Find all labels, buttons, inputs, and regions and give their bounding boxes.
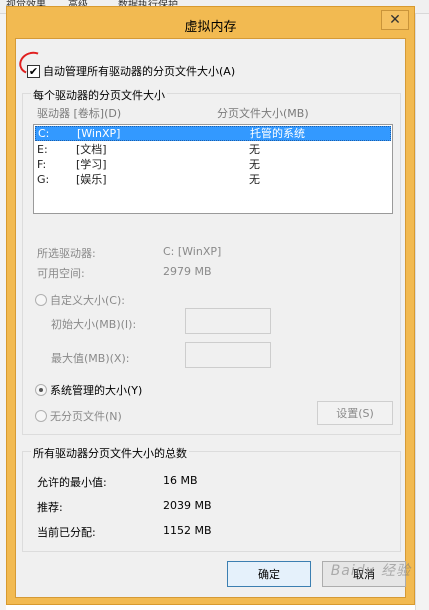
custom-size-radio[interactable] — [35, 294, 47, 306]
initial-size-label: 初始大小(MB)(I): — [51, 318, 137, 331]
selected-drive-label: 所选驱动器: — [37, 247, 96, 260]
baidu-watermark: Baidu 经验 — [330, 563, 411, 579]
max-size-label: 最大值(MB)(X): — [51, 352, 130, 365]
drive-label: [文档] — [76, 143, 107, 156]
close-button[interactable]: ✕ — [381, 10, 409, 30]
selected-drive-value: C: [WinXP] — [163, 245, 222, 258]
drive-letter: F: — [37, 158, 47, 171]
dialog-title: 虚拟内存 — [184, 20, 237, 35]
drive-paging-size: 无 — [249, 173, 260, 186]
drive-row-g[interactable]: G: [娱乐] 无 — [35, 173, 391, 188]
drive-list[interactable]: C: [WinXP] 托管的系统 E: [文档] 无 F: [学习] 无 G: … — [33, 124, 393, 214]
auto-manage-row[interactable]: ✔ 自动管理所有驱动器的分页文件大小(A) — [27, 63, 235, 79]
checkmark-icon: ✔ — [28, 64, 39, 78]
free-space-value: 2979 MB — [163, 265, 212, 278]
totals-group-title: 所有驱动器分页文件大小的总数 — [31, 445, 189, 461]
drive-letter: C: — [38, 127, 50, 140]
per-drive-group-title: 每个驱动器的分页文件大小 — [31, 87, 167, 103]
drive-letter: G: — [37, 173, 50, 186]
ok-button[interactable]: 确定 — [227, 561, 311, 587]
no-paging-radio[interactable] — [35, 410, 47, 422]
system-managed-label: 系统管理的大小(Y) — [50, 384, 143, 397]
drive-row-f[interactable]: F: [学习] 无 — [35, 158, 391, 173]
initial-size-input[interactable] — [185, 308, 271, 334]
max-size-input[interactable] — [185, 342, 271, 368]
drive-paging-size: 托管的系统 — [250, 127, 305, 140]
dialog-client-area: ✔ 自动管理所有驱动器的分页文件大小(A) 每个驱动器的分页文件大小 驱动器 [… — [15, 38, 406, 598]
set-button[interactable]: 设置(S) — [317, 401, 393, 425]
auto-manage-label: 自动管理所有驱动器的分页文件大小(A) — [43, 65, 236, 78]
drive-label: [WinXP] — [77, 127, 121, 140]
background-right-edge — [415, 14, 429, 610]
drive-label: [娱乐] — [76, 173, 107, 186]
free-space-label: 可用空间: — [37, 267, 85, 280]
drive-row-e[interactable]: E: [文档] 无 — [35, 143, 391, 158]
column-header-drive: 驱动器 [卷标](D) — [37, 107, 122, 120]
min-size-label: 允许的最小值: — [37, 476, 107, 489]
current-allocated-value: 1152 MB — [163, 524, 212, 537]
drive-paging-size: 无 — [249, 158, 260, 171]
drive-letter: E: — [37, 143, 48, 156]
close-icon: ✕ — [389, 12, 401, 28]
no-paging-option[interactable]: 无分页文件(N) — [35, 408, 122, 424]
recommended-value: 2039 MB — [163, 499, 212, 512]
no-paging-label: 无分页文件(N) — [50, 410, 122, 423]
auto-manage-checkbox[interactable]: ✔ — [27, 64, 40, 78]
drive-paging-size: 无 — [249, 143, 260, 156]
current-allocated-label: 当前已分配: — [37, 526, 96, 539]
column-header-size: 分页文件大小(MB) — [217, 107, 309, 120]
drive-label: [学习] — [76, 158, 107, 171]
custom-size-option[interactable]: 自定义大小(C): — [35, 292, 125, 308]
min-size-value: 16 MB — [163, 474, 198, 487]
per-drive-group: 每个驱动器的分页文件大小 驱动器 [卷标](D) 分页文件大小(MB) C: [… — [22, 87, 401, 435]
drive-row-c[interactable]: C: [WinXP] 托管的系统 — [35, 126, 391, 141]
totals-group: 所有驱动器分页文件大小的总数 允许的最小值: 16 MB 推荐: 2039 MB… — [22, 445, 401, 552]
title-bar[interactable]: 虚拟内存 ✕ — [7, 7, 414, 37]
custom-size-label: 自定义大小(C): — [50, 294, 125, 307]
recommended-label: 推荐: — [37, 501, 63, 514]
virtual-memory-dialog: 虚拟内存 ✕ ✔ 自动管理所有驱动器的分页文件大小(A) 每个驱动器的分页文件大… — [6, 6, 415, 605]
system-managed-option[interactable]: 系统管理的大小(Y) — [35, 382, 142, 398]
system-managed-radio[interactable] — [35, 384, 47, 396]
